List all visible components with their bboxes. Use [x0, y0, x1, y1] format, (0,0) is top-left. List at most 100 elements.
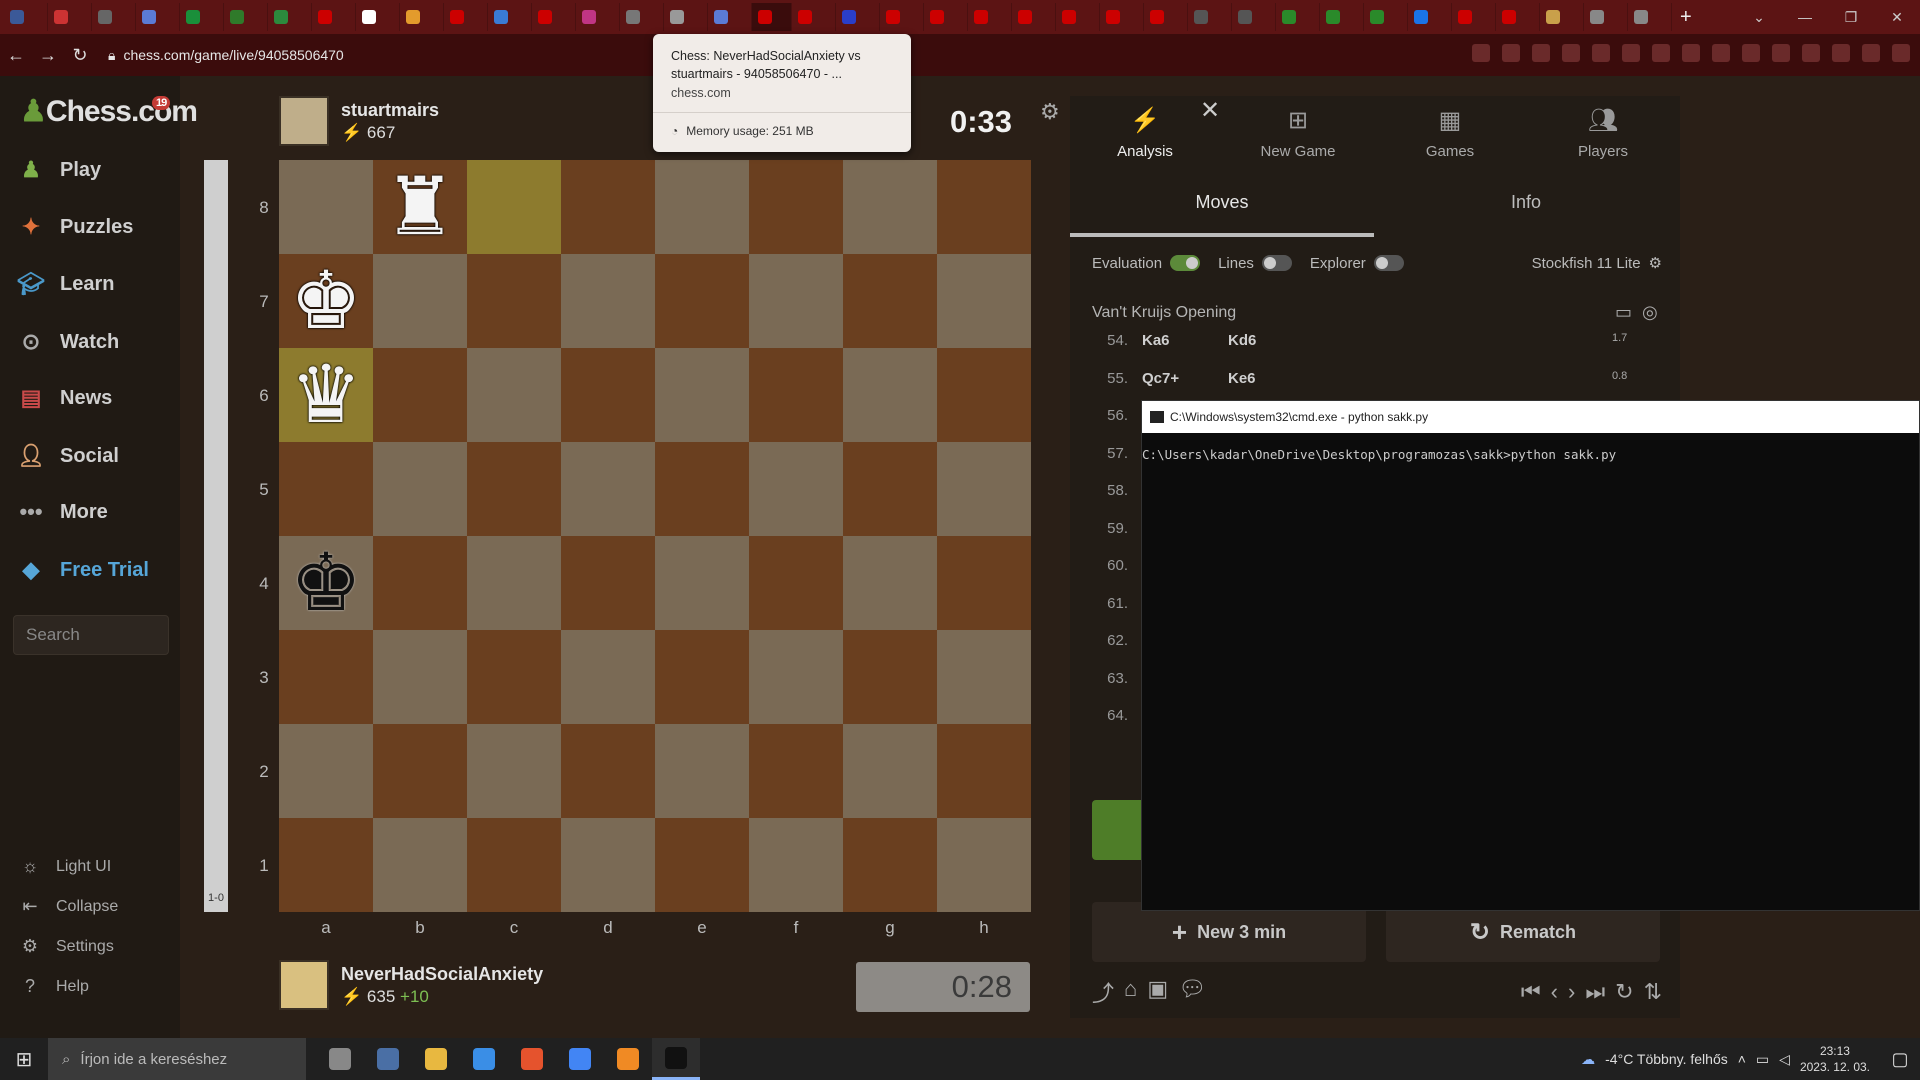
browser-tab[interactable]	[1408, 3, 1452, 31]
last-move-icon[interactable]: ⏭	[1585, 979, 1605, 1005]
white-move[interactable]: Qc7+	[1128, 370, 1228, 387]
cmd-console[interactable]: C:\Users\kadar\OneDrive\Desktop\programo…	[1142, 433, 1919, 462]
first-move-icon[interactable]: ⏮	[1521, 979, 1541, 1005]
square-e8[interactable]	[655, 160, 749, 254]
tab-players[interactable]: 👥︎ Players	[1528, 106, 1678, 160]
book-icon[interactable]: ▭	[1615, 302, 1632, 323]
avatar[interactable]	[279, 96, 329, 146]
rematch-button[interactable]: ↻ Rematch	[1386, 902, 1660, 962]
square-f3[interactable]	[749, 630, 843, 724]
browser-tab[interactable]	[92, 3, 136, 31]
black-move[interactable]: Kd6	[1228, 332, 1328, 349]
browser-tab[interactable]	[356, 3, 400, 31]
browser-tab[interactable]	[312, 3, 356, 31]
chrome-icon[interactable]	[556, 1038, 604, 1080]
square-b6[interactable]	[373, 348, 467, 442]
share-icon[interactable]: ⤴	[1092, 976, 1114, 1008]
extension-eye-icon[interactable]	[1652, 44, 1670, 62]
nav-settings[interactable]: ⚙ Settings	[18, 936, 114, 957]
browser-tab[interactable]	[400, 3, 444, 31]
explorer-toggle[interactable]	[1373, 255, 1404, 271]
taskview-icon[interactable]	[316, 1038, 364, 1080]
browser-tab[interactable]	[48, 3, 92, 31]
browser-tab[interactable]	[880, 3, 924, 31]
windows-start-icon[interactable]: ⊞	[0, 1047, 48, 1072]
square-d3[interactable]	[561, 630, 655, 724]
browser-tab[interactable]	[1320, 3, 1364, 31]
square-b1[interactable]	[373, 818, 467, 912]
reading-list-icon[interactable]	[1802, 44, 1820, 62]
tab-moves[interactable]: Moves	[1070, 192, 1374, 237]
square-h1[interactable]	[937, 818, 1031, 912]
url-field[interactable]: 🔒︎ chess.com/game/live/94058506470	[108, 47, 344, 64]
browser-tab[interactable]	[224, 3, 268, 31]
browser-tab[interactable]	[1540, 3, 1584, 31]
nav-news[interactable]: ▤ News	[16, 384, 113, 412]
minimize-button[interactable]: —	[1782, 0, 1828, 34]
notification-icon[interactable]: ▢	[1880, 1049, 1920, 1070]
square-c7[interactable]	[467, 254, 561, 348]
square-g8[interactable]	[843, 160, 937, 254]
square-h3[interactable]	[937, 630, 1031, 724]
square-h6[interactable]	[937, 348, 1031, 442]
nav-help[interactable]: ? Help	[18, 976, 89, 997]
browser-tab[interactable]	[1144, 3, 1188, 31]
square-b4[interactable]	[373, 536, 467, 630]
weather-text[interactable]: -4°C Több​ny. felhős	[1605, 1051, 1728, 1067]
square-d7[interactable]	[561, 254, 655, 348]
weather-icon[interactable]: ☁	[1581, 1051, 1595, 1068]
square-g4[interactable]	[843, 536, 937, 630]
square-b7[interactable]	[373, 254, 467, 348]
chesscom-logo[interactable]: ♟Chess.com 19	[20, 94, 198, 129]
bookmark-star-icon[interactable]	[1562, 44, 1580, 62]
engine-name[interactable]: Stockfish 11 Lite	[1532, 255, 1641, 272]
nav-learn[interactable]: 🎓︎ Learn	[16, 270, 114, 298]
install-icon[interactable]	[1472, 44, 1490, 62]
network-icon[interactable]: ▭	[1756, 1051, 1769, 1068]
prev-move-icon[interactable]: ‹	[1551, 979, 1558, 1005]
new-tab-button[interactable]: +	[1680, 6, 1692, 29]
square-e6[interactable]	[655, 348, 749, 442]
square-e7[interactable]	[655, 254, 749, 348]
player-name[interactable]: stuartmairs	[341, 100, 439, 121]
sidebar-search-input[interactable]: Search	[13, 615, 169, 655]
square-e3[interactable]	[655, 630, 749, 724]
square-f5[interactable]	[749, 442, 843, 536]
browser-tab[interactable]	[1584, 3, 1628, 31]
browser-tab[interactable]	[1276, 3, 1320, 31]
square-c4[interactable]	[467, 536, 561, 630]
cmd-title-bar[interactable]: C:\Windows\system32\cmd.exe - python sak…	[1142, 401, 1919, 433]
square-f8[interactable]	[749, 160, 843, 254]
volume-icon[interactable]: ◁	[1779, 1051, 1790, 1068]
nav-collapse[interactable]: ⇤ Collapse	[18, 896, 118, 917]
white-move[interactable]: Ka6	[1128, 332, 1228, 349]
extension-blue-icon[interactable]	[1622, 44, 1640, 62]
square-g1[interactable]	[843, 818, 937, 912]
square-g6[interactable]	[843, 348, 937, 442]
extension-bars-icon[interactable]	[1682, 44, 1700, 62]
square-d5[interactable]	[561, 442, 655, 536]
compass-icon[interactable]: ◎	[1642, 302, 1658, 323]
square-h8[interactable]	[937, 160, 1031, 254]
square-d4[interactable]	[561, 536, 655, 630]
chat-icon[interactable]: 💬︎	[1178, 976, 1206, 1008]
taskbar-clock[interactable]: 23:13 2023. 12. 03.	[1800, 1043, 1870, 1075]
extension-pen-icon[interactable]	[1742, 44, 1760, 62]
square-c8[interactable]	[467, 160, 561, 254]
square-a8[interactable]	[279, 160, 373, 254]
browser-tab[interactable]	[268, 3, 312, 31]
square-c6[interactable]	[467, 348, 561, 442]
square-a7[interactable]: ♚	[279, 254, 373, 348]
next-move-icon[interactable]: ›	[1568, 979, 1575, 1005]
browser-tab[interactable]	[708, 3, 752, 31]
puzzle-extensions-icon[interactable]	[1772, 44, 1790, 62]
browser-tab[interactable]	[1056, 3, 1100, 31]
extension-orange-icon[interactable]	[1712, 44, 1730, 62]
square-h7[interactable]	[937, 254, 1031, 348]
square-a1[interactable]	[279, 818, 373, 912]
square-b8[interactable]: ♜	[373, 160, 467, 254]
square-g3[interactable]	[843, 630, 937, 724]
sublime-icon[interactable]	[604, 1038, 652, 1080]
avatar[interactable]	[279, 960, 329, 1010]
new-game-button[interactable]: + New 3 min	[1092, 902, 1366, 962]
